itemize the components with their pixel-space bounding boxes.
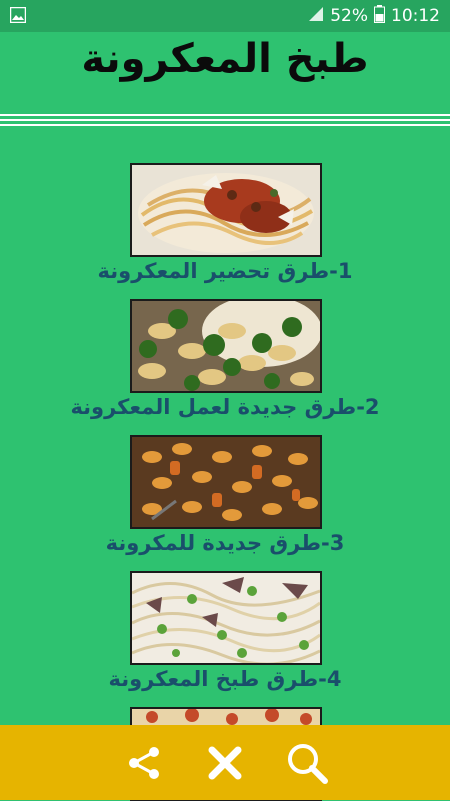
baked-pasta-image[interactable]	[130, 435, 322, 529]
battery-percent: 52%	[330, 6, 368, 26]
status-bar: 52% 10:12	[0, 0, 450, 32]
close-button[interactable]	[201, 739, 249, 787]
gallery-notification-icon	[9, 6, 27, 27]
close-icon	[201, 746, 249, 791]
clock: 10:12	[391, 6, 440, 26]
battery-icon	[374, 4, 385, 28]
spaghetti-bolognese-image[interactable]	[130, 163, 322, 257]
list-item-label[interactable]: 1-طرق تحضير المعكرونة	[0, 259, 450, 283]
rotini-broccoli-image[interactable]	[130, 299, 322, 393]
bottom-toolbar	[0, 725, 450, 800]
title-divider	[0, 119, 450, 121]
spaghetti-peas-image[interactable]	[130, 571, 322, 665]
search-icon	[283, 744, 331, 791]
title-divider	[0, 124, 450, 126]
list-item-label[interactable]: 3-طرق جديدة للمكرونة	[0, 531, 450, 555]
list-item-label[interactable]: 2-طرق جديدة لعمل المعكرونة	[0, 395, 450, 419]
title-divider	[0, 114, 450, 116]
signal-icon	[308, 6, 324, 27]
share-icon	[120, 747, 168, 791]
search-button[interactable]	[283, 739, 331, 787]
page-title: طبخ المعكرونة	[81, 36, 369, 82]
share-button[interactable]	[120, 739, 168, 787]
list-item-label[interactable]: 4-طرق طبخ المعكرونة	[0, 667, 450, 691]
